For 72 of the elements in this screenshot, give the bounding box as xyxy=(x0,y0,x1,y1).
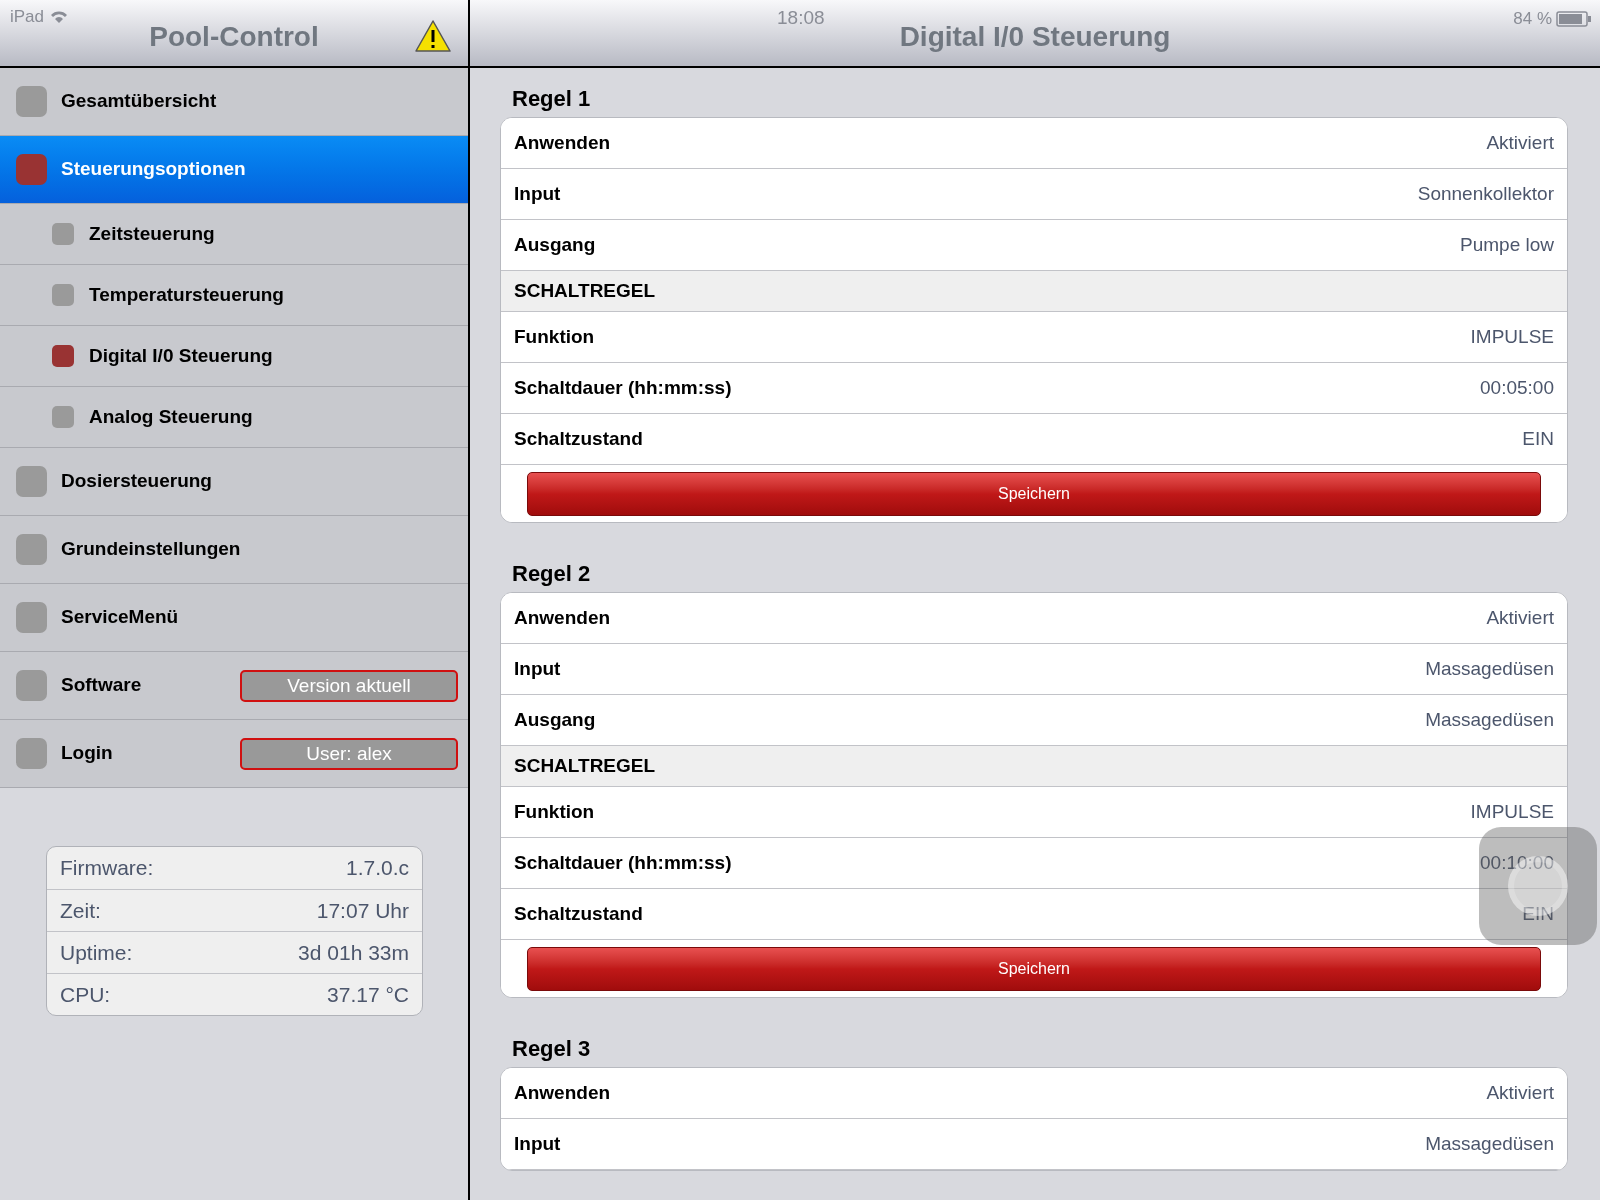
clock: 18:08 xyxy=(777,6,825,30)
info-value: 3d 01h 33m xyxy=(298,939,409,966)
info-label: Firmware: xyxy=(60,855,154,882)
row-label: Ausgang xyxy=(514,232,596,257)
info-value: 1.7.0.c xyxy=(345,855,409,882)
warning-icon[interactable] xyxy=(414,19,452,53)
row-value[interactable]: Aktiviert xyxy=(1486,128,1554,158)
sidebar-item[interactable]: Login User: alex xyxy=(0,720,468,788)
row-value[interactable]: EIN xyxy=(1522,424,1554,454)
sidebar-item[interactable]: Software Version aktuell xyxy=(0,652,468,720)
sidebar-item-label: Temperatursteuerung xyxy=(89,282,284,307)
row-value[interactable]: Aktiviert xyxy=(1486,603,1554,633)
save-button[interactable]: Speichern xyxy=(527,471,1541,516)
row-label: Schaltzustand xyxy=(514,901,643,926)
row-label: Funktion xyxy=(514,324,595,349)
info-label: CPU: xyxy=(60,981,111,1008)
sidebar-item-label: Dosiersteuerung xyxy=(61,469,212,494)
row-value[interactable]: Massagedüsen xyxy=(1425,705,1554,735)
row-label: Ausgang xyxy=(514,707,596,732)
sidebar-item-label: Gesamtübersicht xyxy=(61,89,217,114)
wifi-icon xyxy=(50,9,69,24)
sidebar-item[interactable]: Analog Steuerung xyxy=(0,387,468,448)
row-value[interactable]: Massagedüsen xyxy=(1425,654,1554,684)
device-name: iPad xyxy=(10,6,45,28)
row-value[interactable]: Pumpe low xyxy=(1460,230,1554,260)
save-button[interactable]: Speichern xyxy=(527,946,1541,991)
info-label: Zeit: xyxy=(60,897,101,924)
battery-icon xyxy=(1556,10,1592,27)
row-label: Anwenden xyxy=(514,1080,611,1105)
sidebar-item-label: Software xyxy=(61,673,142,698)
section-title: SCHALTREGEL xyxy=(514,278,656,303)
sidebar-item-label: Steuerungsoptionen xyxy=(61,157,246,182)
sidebar-item[interactable]: ServiceMenü xyxy=(0,584,468,652)
row-value[interactable]: IMPULSE xyxy=(1470,322,1554,352)
sidebar-item-label: Digital I/0 Steuerung xyxy=(89,343,273,368)
row-value[interactable]: 00:10:00 xyxy=(1480,848,1554,878)
row-label: Schaltdauer (hh:mm:ss) xyxy=(514,850,732,875)
sidebar-item[interactable]: Grundeinstellungen xyxy=(0,516,468,584)
sidebar-item[interactable]: Temperatursteuerung xyxy=(0,265,468,326)
row-label: Input xyxy=(514,656,561,681)
row-label: Schaltdauer (hh:mm:ss) xyxy=(514,375,732,400)
row-value[interactable]: Sonnenkollektor xyxy=(1417,179,1554,209)
info-value: 17:07 Uhr xyxy=(316,897,409,924)
row-value[interactable]: Massagedüsen xyxy=(1425,1129,1554,1159)
rule-title: Regel 2 xyxy=(512,560,592,588)
sidebar-item[interactable]: Steuerungsoptionen xyxy=(0,136,468,204)
sidebar-title: Pool-Control xyxy=(149,20,319,54)
rule-title: Regel 1 xyxy=(512,85,592,113)
sidebar-item-label: Grundeinstellungen xyxy=(61,537,241,562)
sidebar-item[interactable]: Dosiersteuerung xyxy=(0,448,468,516)
row-value[interactable]: IMPULSE xyxy=(1470,797,1554,827)
row-label: Input xyxy=(514,181,561,206)
row-value[interactable]: Aktiviert xyxy=(1486,1078,1554,1108)
row-label: Anwenden xyxy=(514,130,611,155)
row-label: Input xyxy=(514,1131,561,1156)
rule-title: Regel 3 xyxy=(512,1035,592,1063)
sidebar-item-label: ServiceMenü xyxy=(61,605,179,630)
row-label: Schaltzustand xyxy=(514,426,643,451)
sidebar-item[interactable]: Zeitsteuerung xyxy=(0,204,468,265)
row-label: Anwenden xyxy=(514,605,611,630)
section-title: SCHALTREGEL xyxy=(514,753,656,778)
row-label: Funktion xyxy=(514,799,595,824)
info-value: 37.17 °C xyxy=(327,981,409,1008)
sidebar-item-label: Analog Steuerung xyxy=(89,404,253,429)
sidebar-item-label: Login xyxy=(61,741,113,766)
sidebar-item[interactable]: Digital I/0 Steuerung xyxy=(0,326,468,387)
sidebar-item[interactable]: Gesamtübersicht xyxy=(0,68,468,136)
page-title: Digital I/0 Steuerung xyxy=(899,20,1171,54)
battery-percentage: 84 % xyxy=(1513,8,1552,30)
info-label: Uptime: xyxy=(60,939,133,966)
row-value[interactable]: 00:05:00 xyxy=(1480,373,1554,403)
sidebar-item-label: Zeitsteuerung xyxy=(89,221,215,246)
